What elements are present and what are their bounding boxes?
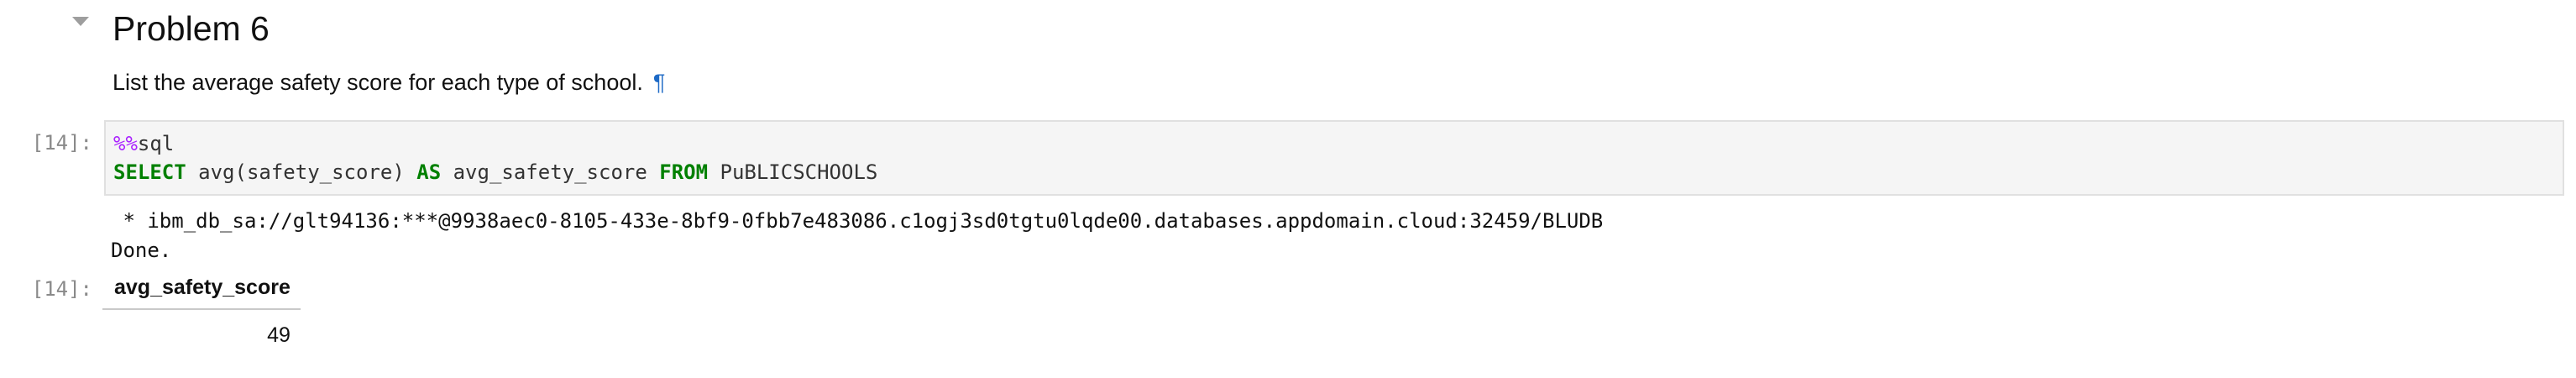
output-prompt: [14]: (31, 277, 92, 301)
status-output: Done. (111, 239, 172, 262)
magic-token: %% (113, 132, 138, 155)
magic-name: sql (137, 132, 175, 155)
markdown-paragraph: List the average safety score for each t… (113, 66, 665, 99)
connection-output: * ibm_db_sa://glt94136:***@9938aec0-8105… (111, 209, 1604, 233)
table-header-row: avg_safety_score (102, 270, 301, 310)
section-heading: Problem 6 (113, 5, 270, 52)
table-cell: 49 (267, 323, 291, 347)
anchor-link-icon[interactable]: ¶ (653, 70, 666, 95)
input-prompt: [14]: (31, 131, 92, 155)
column-header: avg_safety_score (102, 270, 301, 310)
collapse-caret-icon[interactable] (72, 17, 89, 26)
from-keyword: FROM (659, 160, 709, 184)
heading-text: Problem 6 (113, 9, 270, 48)
paragraph-text: List the average safety score for each t… (113, 70, 643, 95)
code-editor[interactable]: %%sql SELECT avg(safety_score) AS avg_sa… (104, 120, 2564, 196)
code-line-1: %%sql (113, 130, 174, 157)
code-segment: avg_safety_score (441, 160, 660, 184)
as-keyword: AS (416, 160, 442, 184)
table-row: 49 (102, 309, 301, 353)
code-segment: avg(safety_score) (186, 160, 417, 184)
code-segment: PuBLICSCHOOLS (708, 160, 878, 184)
select-keyword: SELECT (113, 160, 186, 184)
notebook: Problem 6 List the average safety score … (0, 0, 2576, 378)
result-table: avg_safety_score 49 (102, 270, 301, 353)
code-line-2: SELECT avg(safety_score) AS avg_safety_s… (113, 159, 877, 186)
